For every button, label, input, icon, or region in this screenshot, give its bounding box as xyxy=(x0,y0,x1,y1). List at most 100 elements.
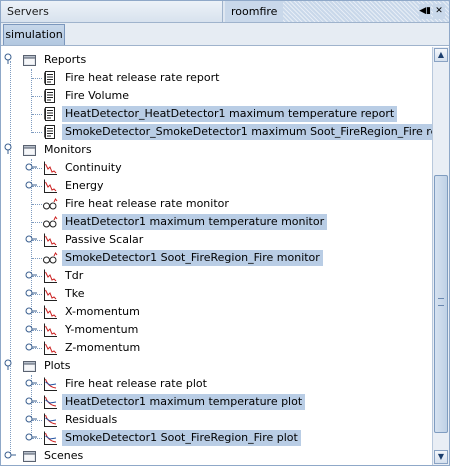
tree-item-row[interactable]: SmokeDetector_SmokeDetector1 maximum Soo… xyxy=(1,123,432,141)
tree-connector xyxy=(32,258,42,259)
tree-item-row[interactable]: Continuity xyxy=(1,159,432,177)
tree-node-label[interactable]: Fire Volume xyxy=(62,88,132,104)
collapsed-toggle-icon[interactable] xyxy=(25,179,37,191)
collapsed-toggle-icon[interactable] xyxy=(25,287,37,299)
tree-node-label[interactable]: Scenes xyxy=(41,448,86,464)
monitor-icon xyxy=(42,214,58,230)
report-icon xyxy=(42,70,58,86)
tab-servers[interactable]: Servers xyxy=(1,1,223,22)
minimize-icon[interactable]: ◀▮ xyxy=(419,4,431,19)
folder-icon xyxy=(21,358,37,374)
tab-roomfire[interactable]: roomfire ◀▮ ✕ xyxy=(225,1,449,22)
tree-node-label[interactable]: Fire heat release rate monitor xyxy=(62,196,232,212)
collapsed-toggle-icon[interactable] xyxy=(25,305,37,317)
tree-item-row[interactable]: Fire heat release rate plot xyxy=(1,375,432,393)
tree-node-label[interactable]: Y-momentum xyxy=(62,322,141,338)
subtab-strip: simulation xyxy=(1,23,449,46)
folder-icon xyxy=(21,52,37,68)
tab-simulation[interactable]: simulation xyxy=(3,24,65,45)
collapsed-toggle-icon[interactable] xyxy=(25,323,37,335)
tree-folder-row[interactable]: Plots xyxy=(1,357,432,375)
report-icon xyxy=(42,106,58,122)
plot-icon xyxy=(42,376,58,392)
residual-plot-icon xyxy=(42,160,58,176)
tree-node-label[interactable]: SmokeDetector1 Soot_FireRegion_Fire plot xyxy=(62,430,301,446)
tree-connector xyxy=(32,78,42,79)
tree-node-label[interactable]: Passive Scalar xyxy=(62,232,146,248)
window-tab-bar: Servers roomfire ◀▮ ✕ xyxy=(1,1,449,23)
tree-node-label[interactable]: Monitors xyxy=(41,142,95,158)
residual-plot-icon xyxy=(42,304,58,320)
tree-item-row[interactable]: HeatDetector_HeatDetector1 maximum tempe… xyxy=(1,105,432,123)
tree-node-label[interactable]: SmokeDetector_SmokeDetector1 maximum Soo… xyxy=(62,124,432,140)
tree-node-label[interactable]: Energy xyxy=(62,178,107,194)
tree-item-row[interactable]: HeatDetector1 maximum temperature monito… xyxy=(1,213,432,231)
tree-connector xyxy=(32,96,42,97)
tree-item-row[interactable]: Y-momentum xyxy=(1,321,432,339)
tree-connector xyxy=(32,204,42,205)
scroll-down-button[interactable]: ▼ xyxy=(434,450,448,464)
monitor-icon xyxy=(42,196,58,212)
residual-plot-icon xyxy=(42,322,58,338)
tree-item-row[interactable]: Residuals xyxy=(1,411,432,429)
tree-item-row[interactable]: SmokeDetector1 Soot_FireRegion_Fire plot xyxy=(1,429,432,447)
tree-node-label[interactable]: X-momentum xyxy=(62,304,143,320)
tree-item-row[interactable]: X-momentum xyxy=(1,303,432,321)
plot-icon xyxy=(42,394,58,410)
simulation-tree[interactable]: Reports Fire heat release rate report Fire… xyxy=(1,47,432,465)
tree-folder-row[interactable]: Monitors xyxy=(1,141,432,159)
tree-node-label[interactable]: HeatDetector_HeatDetector1 maximum tempe… xyxy=(62,106,398,122)
tree-node-label[interactable]: Reports xyxy=(41,52,89,68)
residual-plot-icon xyxy=(42,232,58,248)
collapsed-toggle-icon[interactable] xyxy=(25,377,37,389)
tab-roomfire-label: roomfire xyxy=(225,1,284,22)
tree-node-label[interactable]: Z-momentum xyxy=(62,340,143,356)
tree-node-label[interactable]: Fire heat release rate report xyxy=(62,70,222,86)
scrollbar-thumb[interactable] xyxy=(434,175,448,433)
tree-node-label[interactable]: Plots xyxy=(41,358,73,374)
collapsed-toggle-icon[interactable] xyxy=(4,449,16,461)
collapsed-toggle-icon[interactable] xyxy=(25,341,37,353)
tree-item-row[interactable]: SmokeDetector1 Soot_FireRegion_Fire moni… xyxy=(1,249,432,267)
tree-node-label[interactable]: Tdr xyxy=(62,268,86,284)
close-icon[interactable]: ✕ xyxy=(433,4,445,19)
tree-panel-window: Servers roomfire ◀▮ ✕ simulation Reports… xyxy=(0,0,450,466)
tree-node-label[interactable]: Tke xyxy=(62,286,87,302)
tree-item-row[interactable]: Z-momentum xyxy=(1,339,432,357)
collapsed-toggle-icon[interactable] xyxy=(25,431,37,443)
plot-icon xyxy=(42,412,58,428)
tree-node-label[interactable]: SmokeDetector1 Soot_FireRegion_Fire moni… xyxy=(62,250,323,266)
tree-item-row[interactable]: HeatDetector1 maximum temperature plot xyxy=(1,393,432,411)
collapsed-toggle-icon[interactable] xyxy=(25,395,37,407)
tree-node-label[interactable]: Continuity xyxy=(62,160,125,176)
expanded-toggle-icon[interactable] xyxy=(4,53,16,65)
tree-node-label[interactable]: Fire heat release rate plot xyxy=(62,376,210,392)
tree-item-row[interactable]: Energy xyxy=(1,177,432,195)
tree-folder-row[interactable]: Reports xyxy=(1,51,432,69)
expanded-toggle-icon[interactable] xyxy=(4,143,16,155)
report-icon xyxy=(42,124,58,140)
collapsed-toggle-icon[interactable] xyxy=(25,413,37,425)
tree-item-row[interactable]: Fire Volume xyxy=(1,87,432,105)
tree-item-row[interactable]: Tke xyxy=(1,285,432,303)
tree-node-label[interactable]: Residuals xyxy=(62,412,120,428)
tree-node-label[interactable]: HeatDetector1 maximum temperature plot xyxy=(62,394,306,410)
residual-plot-icon xyxy=(42,268,58,284)
collapsed-toggle-icon[interactable] xyxy=(25,269,37,281)
monitor-icon xyxy=(42,250,58,266)
collapsed-toggle-icon[interactable] xyxy=(25,233,37,245)
scroll-up-button[interactable]: ▲ xyxy=(434,48,448,62)
tree-connector xyxy=(32,222,42,223)
tree-node-label[interactable]: HeatDetector1 maximum temperature monito… xyxy=(62,214,328,230)
tree-item-row[interactable]: Passive Scalar xyxy=(1,231,432,249)
tree-item-row[interactable]: Fire heat release rate report xyxy=(1,69,432,87)
folder-icon xyxy=(21,448,37,464)
tree-folder-row[interactable]: Scenes xyxy=(1,447,432,465)
expanded-toggle-icon[interactable] xyxy=(4,359,16,371)
report-icon xyxy=(42,88,58,104)
collapsed-toggle-icon[interactable] xyxy=(25,161,37,173)
tree-item-row[interactable]: Fire heat release rate monitor xyxy=(1,195,432,213)
tree-item-row[interactable]: Tdr xyxy=(1,267,432,285)
vertical-scrollbar[interactable]: ▲ ▼ xyxy=(432,47,449,465)
residual-plot-icon xyxy=(42,286,58,302)
